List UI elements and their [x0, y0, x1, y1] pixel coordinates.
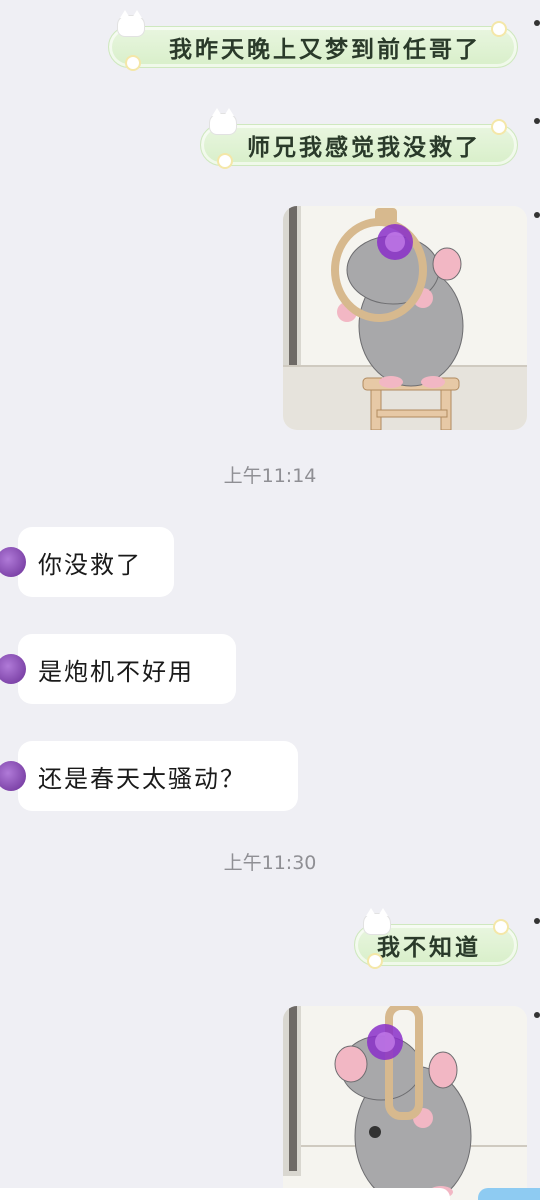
cat-decoration-icon: [209, 108, 237, 135]
timestamp: 上午11:30: [223, 852, 317, 874]
status-dot: [534, 20, 540, 26]
flower-decoration-icon: [495, 921, 507, 933]
rat-noose-illustration: [283, 206, 527, 430]
avatar[interactable]: [0, 547, 26, 577]
flower-decoration-icon: [219, 155, 231, 167]
outgoing-message[interactable]: 师兄我感觉我没救了: [200, 108, 518, 167]
incoming-message[interactable]: 是炮机不好用: [0, 634, 236, 704]
status-dot: [534, 1012, 540, 1018]
status-dot: [534, 118, 540, 124]
avatar[interactable]: [0, 761, 26, 791]
outgoing-message[interactable]: 我不知道: [354, 908, 518, 967]
timestamp: 上午11:14: [223, 465, 317, 487]
status-dot: [534, 212, 540, 218]
avatar[interactable]: [0, 654, 26, 684]
message-text: 我昨天晚上又梦到前任哥了: [169, 37, 481, 63]
sticker-image[interactable]: [283, 206, 527, 430]
status-dot: [534, 918, 540, 924]
flower-decoration-icon: [493, 121, 505, 133]
flower-decoration-icon: [369, 955, 381, 967]
message-text: 你没救了: [38, 550, 142, 579]
incoming-message[interactable]: 还是春天太骚动？: [0, 741, 298, 811]
message-text: 师兄我感觉我没救了: [247, 135, 481, 161]
cat-decoration-icon: [363, 908, 391, 935]
incoming-message[interactable]: 你没救了: [0, 527, 174, 597]
message-text: 我不知道: [377, 935, 481, 961]
flower-decoration-icon: [127, 57, 139, 69]
outgoing-message[interactable]: 我昨天晚上又梦到前任哥了: [108, 10, 518, 69]
message-text: 是炮机不好用: [38, 657, 194, 686]
message-text: 还是春天太骚动？: [38, 764, 246, 793]
flower-decoration-icon: [493, 23, 505, 35]
sticker-image[interactable]: [283, 1006, 527, 1200]
send-button-edge[interactable]: [478, 1188, 540, 1200]
input-bar-edge[interactable]: [0, 1188, 450, 1200]
cat-decoration-icon: [117, 10, 145, 37]
rat-noose-illustration: [283, 1006, 527, 1200]
